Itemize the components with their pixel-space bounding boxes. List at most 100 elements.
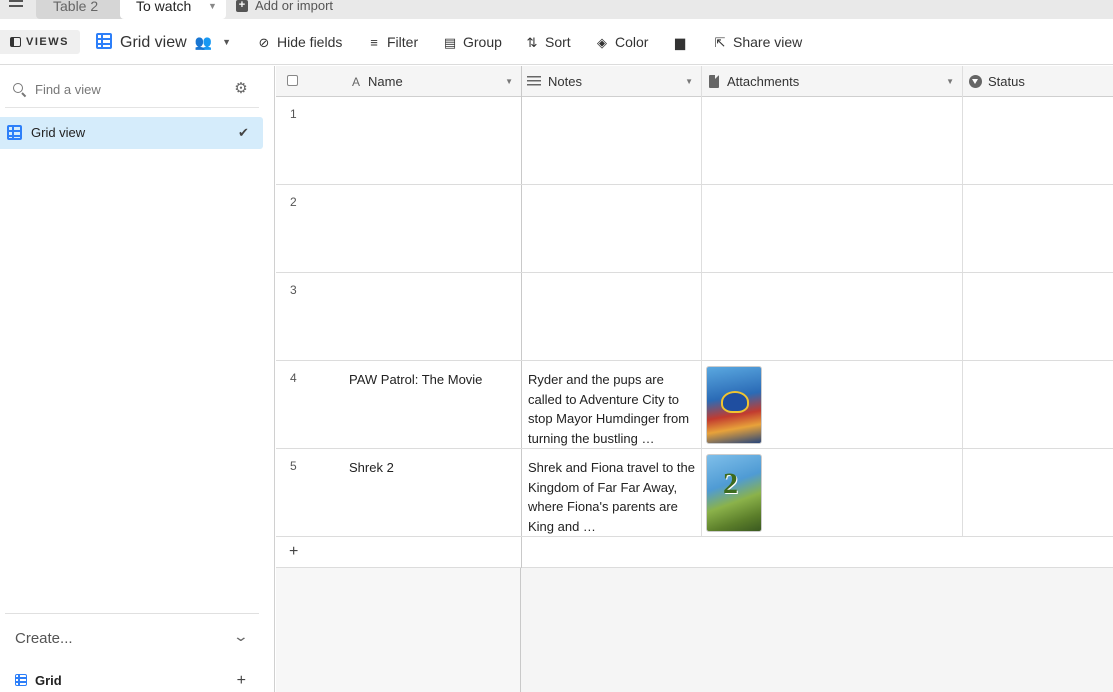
column-title: Status [988, 74, 1025, 89]
menu-icon[interactable] [9, 0, 23, 12]
share-icon: ⇱ [714, 35, 726, 50]
view-item-label: Grid view [31, 125, 86, 140]
attachments-cell[interactable] [702, 97, 963, 184]
chevron-down-icon[interactable]: ▼ [208, 0, 217, 12]
sidebar-pane-icon [10, 37, 21, 47]
table-row[interactable]: 5 Shrek 2 Shrek and Fiona travel to the … [276, 449, 1113, 537]
collaborative-view-icon: 👥 [194, 34, 213, 50]
name-cell[interactable]: 1 [276, 97, 522, 184]
notes-cell[interactable]: Shrek and Fiona travel to the Kingdom of… [522, 449, 702, 536]
row-number: 5 [290, 459, 297, 473]
column-header-name[interactable]: A Name ▼ [341, 66, 522, 97]
group-icon: ▤ [443, 35, 457, 50]
tab-label: To watch [136, 0, 192, 14]
shrek-2-poster-thumbnail[interactable]: 2 [706, 454, 762, 532]
table-tab-bar: Table 2 To watch ▼ + Add or import [0, 0, 1113, 19]
poster-art: 2 [723, 467, 738, 500]
status-cell[interactable] [963, 273, 1113, 360]
group-label: Group [463, 34, 502, 50]
views-toggle-button[interactable]: VIEWS [0, 30, 80, 54]
hide-fields-icon: ⊘ [258, 35, 270, 50]
table-row[interactable]: 1 [276, 97, 1113, 185]
table-row[interactable]: 2 [276, 185, 1113, 273]
filter-label: Filter [387, 34, 419, 50]
share-view-button[interactable]: ⇱ Share view [712, 31, 803, 53]
row-height-button[interactable]: ▆ [672, 31, 693, 53]
attachments-cell[interactable]: 2 [702, 449, 963, 536]
name-cell[interactable]: 5 Shrek 2 [276, 449, 522, 536]
row-height-icon: ▆ [675, 35, 685, 50]
sidebar-item-grid-view[interactable]: Grid view ✔ [0, 117, 263, 149]
table-row[interactable]: 3 [276, 273, 1113, 361]
create-grid-view-button[interactable]: Grid + [15, 672, 251, 691]
attachments-cell[interactable] [702, 185, 963, 272]
column-header-attachments[interactable]: Attachments ▼ [702, 66, 963, 97]
paint-bucket-icon: ◈ [597, 35, 607, 50]
find-view-input[interactable] [35, 82, 215, 97]
notes-cell[interactable] [522, 97, 702, 184]
status-cell[interactable] [963, 449, 1113, 536]
filter-button[interactable]: ≡ Filter [366, 31, 418, 53]
status-cell[interactable] [963, 185, 1113, 272]
hide-fields-button[interactable]: ⊘ Hide fields [256, 31, 343, 53]
name-cell[interactable]: 2 [276, 185, 522, 272]
attachment-icon [709, 75, 719, 88]
create-view-section-toggle[interactable]: Create... ⌄ [15, 628, 251, 650]
column-title: Name [368, 74, 403, 89]
add-record-row[interactable]: + [276, 537, 1113, 568]
attachments-cell[interactable] [702, 273, 963, 360]
view-switcher[interactable]: Grid view 👥 ▼ [96, 31, 231, 53]
group-button[interactable]: ▤ Group [442, 31, 502, 53]
create-item-label: Grid [35, 673, 62, 688]
column-title: Notes [548, 74, 582, 89]
single-select-icon [969, 75, 982, 88]
select-all-cell [276, 66, 341, 97]
row-number: 2 [290, 195, 297, 209]
table-row[interactable]: 4 PAW Patrol: The Movie Ryder and the pu… [276, 361, 1113, 449]
column-header-notes[interactable]: Notes ▼ [522, 66, 702, 97]
views-sidebar: ⚙ Grid view ✔ Create... ⌄ Grid + [0, 66, 275, 692]
notes-value [528, 106, 696, 184]
notes-value [528, 194, 696, 272]
color-label: Color [615, 34, 649, 50]
notes-cell[interactable]: Ryder and the pups are called to Adventu… [522, 361, 702, 448]
grid-view-icon [7, 125, 22, 140]
chevron-down-icon[interactable]: ▼ [946, 66, 954, 97]
badge-icon [721, 391, 749, 413]
add-or-import-button[interactable]: + Add or import [236, 0, 333, 19]
gear-icon[interactable]: ⚙ [234, 81, 248, 96]
text-field-icon: A [351, 75, 360, 89]
view-toolbar: VIEWS Grid view 👥 ▼ ⊘ Hide fields ≡ Filter ▤… [0, 19, 1113, 65]
notes-cell[interactable] [522, 185, 702, 272]
checkmark-icon: ✔ [238, 125, 249, 140]
column-header-row: A Name ▼ Notes ▼ Attachments ▼ Status [276, 66, 1113, 97]
notes-cell[interactable] [522, 273, 702, 360]
share-view-label: Share view [733, 34, 803, 50]
tab-table-2[interactable]: Table 2 [36, 0, 130, 19]
chevron-down-icon[interactable]: ▼ [505, 66, 513, 97]
color-button[interactable]: ◈ Color [594, 31, 648, 53]
view-search: ⚙ [5, 73, 259, 108]
status-cell[interactable] [963, 97, 1113, 184]
select-all-checkbox[interactable] [287, 75, 298, 86]
filter-icon: ≡ [370, 35, 378, 50]
hide-fields-label: Hide fields [277, 34, 343, 50]
plus-icon: + [236, 672, 246, 689]
column-header-status[interactable]: Status [963, 66, 1113, 97]
notes-value: Ryder and the pups are called to Adventu… [528, 372, 690, 446]
name-cell[interactable]: 4 PAW Patrol: The Movie [276, 361, 522, 448]
sort-button[interactable]: ⇅ Sort [524, 31, 571, 53]
status-cell[interactable] [963, 361, 1113, 448]
paw-patrol-poster-thumbnail[interactable] [706, 366, 762, 444]
chevron-down-icon[interactable]: ▼ [685, 66, 693, 97]
chevron-down-icon: ⌄ [232, 628, 250, 644]
tab-to-watch[interactable]: To watch ▼ [120, 0, 226, 19]
plus-icon[interactable]: + [289, 543, 298, 561]
grid-view-icon [96, 33, 112, 49]
name-cell[interactable]: 3 [276, 273, 522, 360]
add-import-label: Add or import [255, 0, 334, 13]
attachments-cell[interactable] [702, 361, 963, 448]
row-number: 3 [290, 283, 297, 297]
notes-value [528, 282, 696, 360]
views-label: VIEWS [26, 36, 69, 48]
